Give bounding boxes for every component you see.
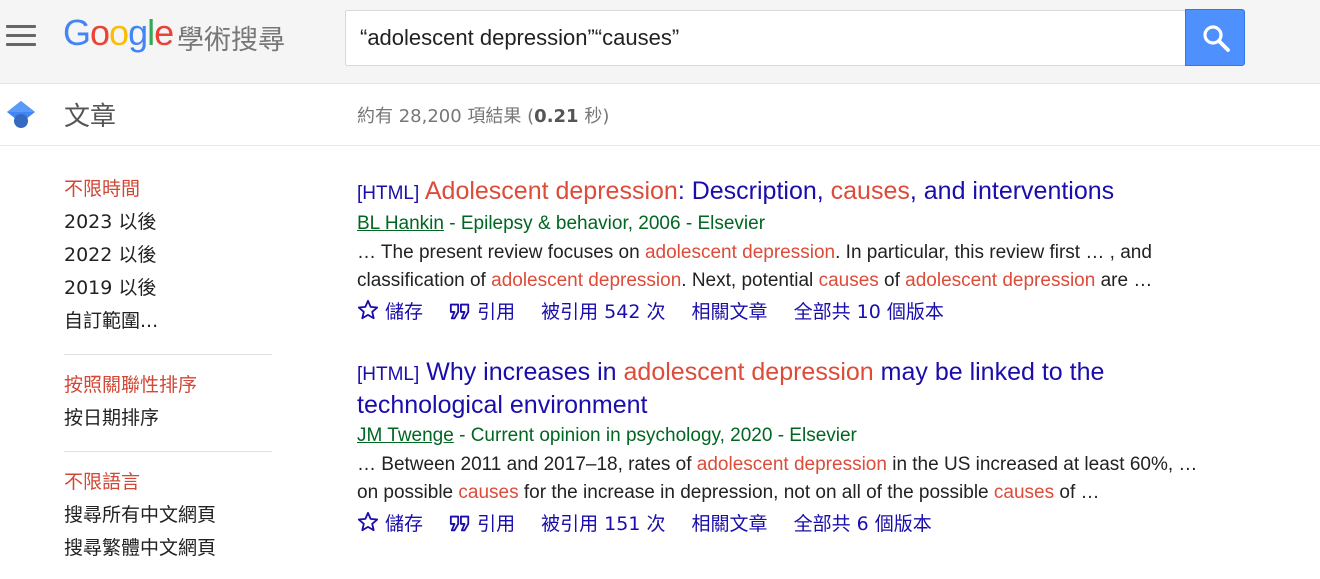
filter-any-time[interactable]: 不限時間	[64, 176, 272, 209]
cite-label: 引用	[477, 513, 516, 535]
related-articles-link[interactable]: 相關文章	[692, 297, 768, 327]
highlighted-term: causes	[830, 177, 910, 205]
sidebar-divider	[64, 354, 272, 355]
stats-suffix: 秒)	[578, 106, 610, 127]
result-actions: 儲存 引用 被引用 542 次 相關文章 全部共 10 個版本	[357, 297, 1207, 327]
sort-by-relevance[interactable]: 按照關聯性排序	[64, 372, 272, 405]
results-list: [HTML] Adolescent depression: Descriptio…	[357, 176, 1207, 569]
highlighted-term: adolescent depression	[491, 270, 682, 291]
result-source: - Epilepsy & behavior, 2006 - Elsevier	[443, 213, 766, 234]
save-button[interactable]: 儲存	[357, 297, 423, 327]
save-label: 儲存	[385, 513, 424, 535]
text-fragment: are …	[1095, 270, 1153, 291]
result-source: - Current opinion in psychology, 2020 - …	[453, 425, 857, 446]
search-result: [HTML] Why increases in adolescent depre…	[357, 357, 1207, 539]
search-input[interactable]	[346, 11, 1186, 65]
text-fragment: Why increases in	[426, 358, 624, 386]
highlighted-term: adolescent depression	[623, 358, 874, 386]
result-title-link[interactable]: [HTML] Why increases in adolescent depre…	[357, 357, 1207, 421]
star-outline-icon	[357, 299, 379, 320]
top-bar: Google 學術搜尋	[0, 0, 1320, 84]
filter-any-language[interactable]: 不限語言	[64, 469, 272, 502]
result-title-text: Adolescent depression: Description, caus…	[425, 177, 1114, 205]
logo-letter: o	[109, 12, 129, 53]
graduation-cap-icon	[7, 101, 35, 128]
filter-since-2019[interactable]: 2019 以後	[64, 275, 272, 308]
author-link[interactable]: JM Twenge	[357, 425, 454, 446]
result-byline: JM Twenge - Current opinion in psycholog…	[357, 421, 1207, 451]
cite-button[interactable]: 引用	[449, 297, 515, 327]
result-format-tag[interactable]: [HTML]	[357, 364, 419, 385]
text-fragment: of …	[1054, 482, 1100, 503]
text-fragment: for the increase in depression, not on a…	[518, 482, 994, 503]
highlighted-term: causes	[818, 270, 879, 291]
save-label: 儲存	[385, 301, 424, 323]
cited-by-link[interactable]: 被引用 151 次	[541, 509, 665, 539]
google-logo[interactable]: Google	[63, 12, 174, 54]
result-format-tag[interactable]: [HTML]	[357, 183, 419, 204]
highlighted-term: adolescent depression	[905, 270, 1096, 291]
sort-by-date[interactable]: 按日期排序	[64, 405, 272, 438]
highlighted-term: causes	[993, 482, 1055, 503]
save-button[interactable]: 儲存	[357, 509, 423, 539]
hamburger-menu-icon[interactable]	[6, 25, 36, 47]
stats-time: 0.21	[534, 106, 579, 127]
double-quote-icon	[449, 303, 470, 320]
result-title-link[interactable]: [HTML] Adolescent depression: Descriptio…	[357, 176, 1207, 209]
highlighted-term: Adolescent depression	[424, 177, 678, 205]
result-byline: BL Hankin - Epilepsy & behavior, 2006 - …	[357, 209, 1207, 239]
highlighted-term: causes	[458, 482, 519, 503]
section-title: 文章	[64, 102, 117, 132]
related-articles-link[interactable]: 相關文章	[692, 509, 768, 539]
result-snippet: … The present review focuses on adolesce…	[357, 239, 1207, 295]
search-result: [HTML] Adolescent depression: Descriptio…	[357, 176, 1207, 327]
filter-since-2022[interactable]: 2022 以後	[64, 242, 272, 275]
star-outline-icon	[357, 511, 379, 532]
logo-letter: e	[154, 12, 174, 53]
search-box	[345, 10, 1186, 66]
filter-chinese-pages[interactable]: 搜尋所有中文網頁	[64, 502, 272, 535]
cite-button[interactable]: 引用	[449, 509, 515, 539]
filter-traditional-chinese-pages[interactable]: 搜尋繁體中文網頁	[64, 535, 272, 568]
results-subheader: 文章 約有 28,200 項結果 (0.21 秒)	[0, 84, 1320, 146]
result-actions: 儲存 引用 被引用 151 次 相關文章 全部共 6 個版本	[357, 509, 1207, 539]
result-title-text: Why increases in adolescent depression m…	[357, 358, 1104, 419]
cite-label: 引用	[477, 301, 516, 323]
all-versions-link[interactable]: 全部共 6 個版本	[794, 509, 932, 539]
filter-since-2023[interactable]: 2023 以後	[64, 209, 272, 242]
result-snippet: … Between 2011 and 2017–18, rates of ado…	[357, 451, 1207, 507]
result-stats: 約有 28,200 項結果 (0.21 秒)	[357, 102, 609, 128]
highlighted-term: adolescent depression	[696, 454, 887, 475]
logo-letter: g	[128, 12, 148, 53]
highlighted-term: adolescent depression	[644, 242, 836, 263]
text-fragment: . Next, potential	[681, 270, 819, 291]
filter-sidebar: 不限時間 2023 以後 2022 以後 2019 以後 自訂範圍... 按照關…	[64, 176, 272, 568]
logo-letter: o	[90, 12, 110, 53]
search-icon	[1203, 25, 1230, 52]
all-versions-link[interactable]: 全部共 10 個版本	[794, 297, 944, 327]
text-fragment: … The present review focuses on	[357, 242, 645, 263]
text-fragment: … Between 2011 and 2017–18, rates of	[357, 454, 697, 475]
logo-letter: G	[63, 12, 91, 53]
double-quote-icon	[449, 515, 470, 532]
text-fragment: of	[878, 270, 906, 291]
sidebar-divider	[64, 451, 272, 452]
text-fragment: , and interventions	[909, 177, 1115, 205]
text-fragment: : Description,	[677, 177, 831, 205]
stats-prefix: 約有 28,200 項結果 (	[357, 106, 535, 127]
filter-custom-range[interactable]: 自訂範圍...	[64, 308, 272, 341]
scholar-logo-text[interactable]: 學術搜尋	[177, 18, 285, 57]
search-button[interactable]	[1185, 9, 1245, 66]
author-link[interactable]: BL Hankin	[357, 213, 444, 234]
cited-by-link[interactable]: 被引用 542 次	[541, 297, 665, 327]
